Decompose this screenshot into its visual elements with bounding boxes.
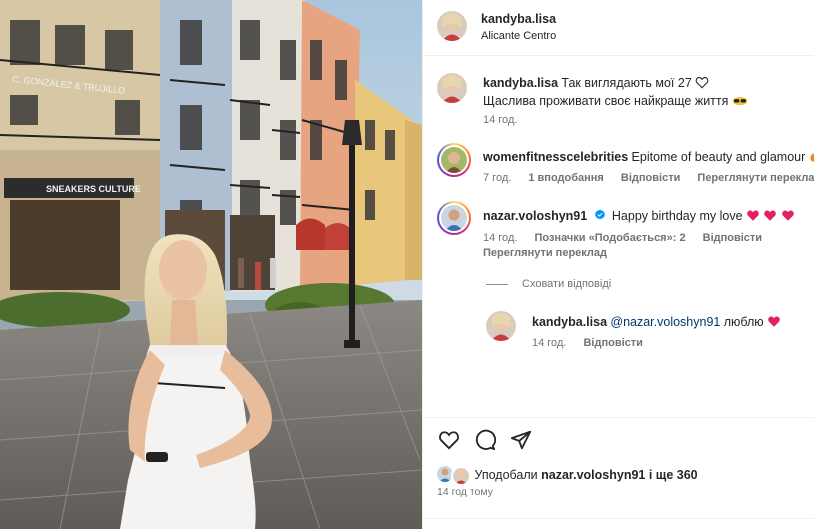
reply-avatar[interactable] (486, 311, 516, 344)
comment-text: Epitome of beauty and glamour (631, 150, 806, 164)
red-heart-icon (747, 210, 759, 221)
photo-image: C. GONZÁLEZ & TRUJILLO SNEAKERS CULTURE (0, 0, 422, 529)
reply-username[interactable]: kandyba.lisa (532, 315, 607, 329)
divider-line (486, 283, 508, 285)
likes-others[interactable]: і ще 360 (649, 468, 698, 482)
comment-username[interactable]: womenfitnesscelebrities (483, 150, 628, 164)
caption-text-line2: Щаслива проживати своє найкраще життя (483, 94, 729, 108)
reply-button[interactable]: Відповісти (583, 337, 642, 349)
share-icon[interactable] (510, 429, 532, 454)
hide-replies-button[interactable]: Сховати відповіді (486, 278, 611, 290)
heart-icon[interactable] (438, 430, 460, 453)
post-photo[interactable]: C. GONZÁLEZ & TRUJILLO SNEAKERS CULTURE (0, 0, 422, 529)
red-heart-icon (768, 316, 780, 327)
comment-username[interactable]: nazar.voloshyn91 (483, 209, 587, 223)
commenter-avatar[interactable] (437, 201, 471, 235)
reply-text: люблю (723, 315, 764, 329)
hide-replies-label: Сховати відповіді (522, 278, 612, 290)
mention-link[interactable]: @nazar.voloshyn91 (610, 315, 720, 329)
commenter-avatar[interactable] (437, 143, 471, 177)
see-translation-button[interactable]: Переглянути переклад (697, 172, 814, 184)
caption-time: 14 год. (483, 114, 518, 126)
liker-username[interactable]: nazar.voloshyn91 (541, 468, 645, 482)
reply-button[interactable]: Відповісти (621, 172, 680, 184)
comment-text: Happy birthday my love (611, 209, 743, 223)
post-timeago[interactable]: 14 год тому (437, 486, 493, 498)
shop-sign-2: SNEAKERS CULTURE (46, 184, 141, 194)
caption-username[interactable]: kandyba.lisa (483, 76, 558, 90)
sunglasses-emoji-icon (732, 97, 748, 106)
white-heart-icon (695, 77, 709, 89)
caption-avatar[interactable] (437, 73, 467, 106)
comment-likes[interactable]: Позначки «Подобається»: 2 (534, 232, 685, 244)
divider-line (423, 518, 814, 519)
likes-prefix: Уподобали (474, 468, 538, 482)
red-heart-icon (781, 210, 794, 221)
red-heart-icon (764, 210, 777, 221)
see-translation-button[interactable]: Переглянути переклад (483, 247, 607, 259)
comment-likes[interactable]: 1 вподобання (528, 172, 603, 184)
post-location[interactable]: Alicante Centro (481, 30, 556, 42)
post-panel: kandyba.lisa Alicante Centro kandyba.lis… (422, 0, 814, 529)
author-avatar[interactable] (437, 11, 467, 44)
reply-time: 14 год. (532, 337, 567, 349)
comment-icon[interactable] (474, 429, 497, 454)
reply-button[interactable]: Відповісти (703, 232, 762, 244)
comment-time: 7 год. (483, 172, 512, 184)
fire-emoji-icon (809, 151, 814, 162)
author-username[interactable]: kandyba.lisa (481, 12, 556, 26)
verified-icon (594, 209, 605, 220)
likes-summary: Уподобали nazar.voloshyn91 і ще 360 (437, 466, 698, 486)
caption-text-line1: Так виглядають мої 27 (561, 76, 692, 90)
post-header: kandyba.lisa Alicante Centro (423, 0, 814, 56)
comment-time: 14 год. (483, 232, 518, 244)
liker-avatars (437, 466, 471, 486)
